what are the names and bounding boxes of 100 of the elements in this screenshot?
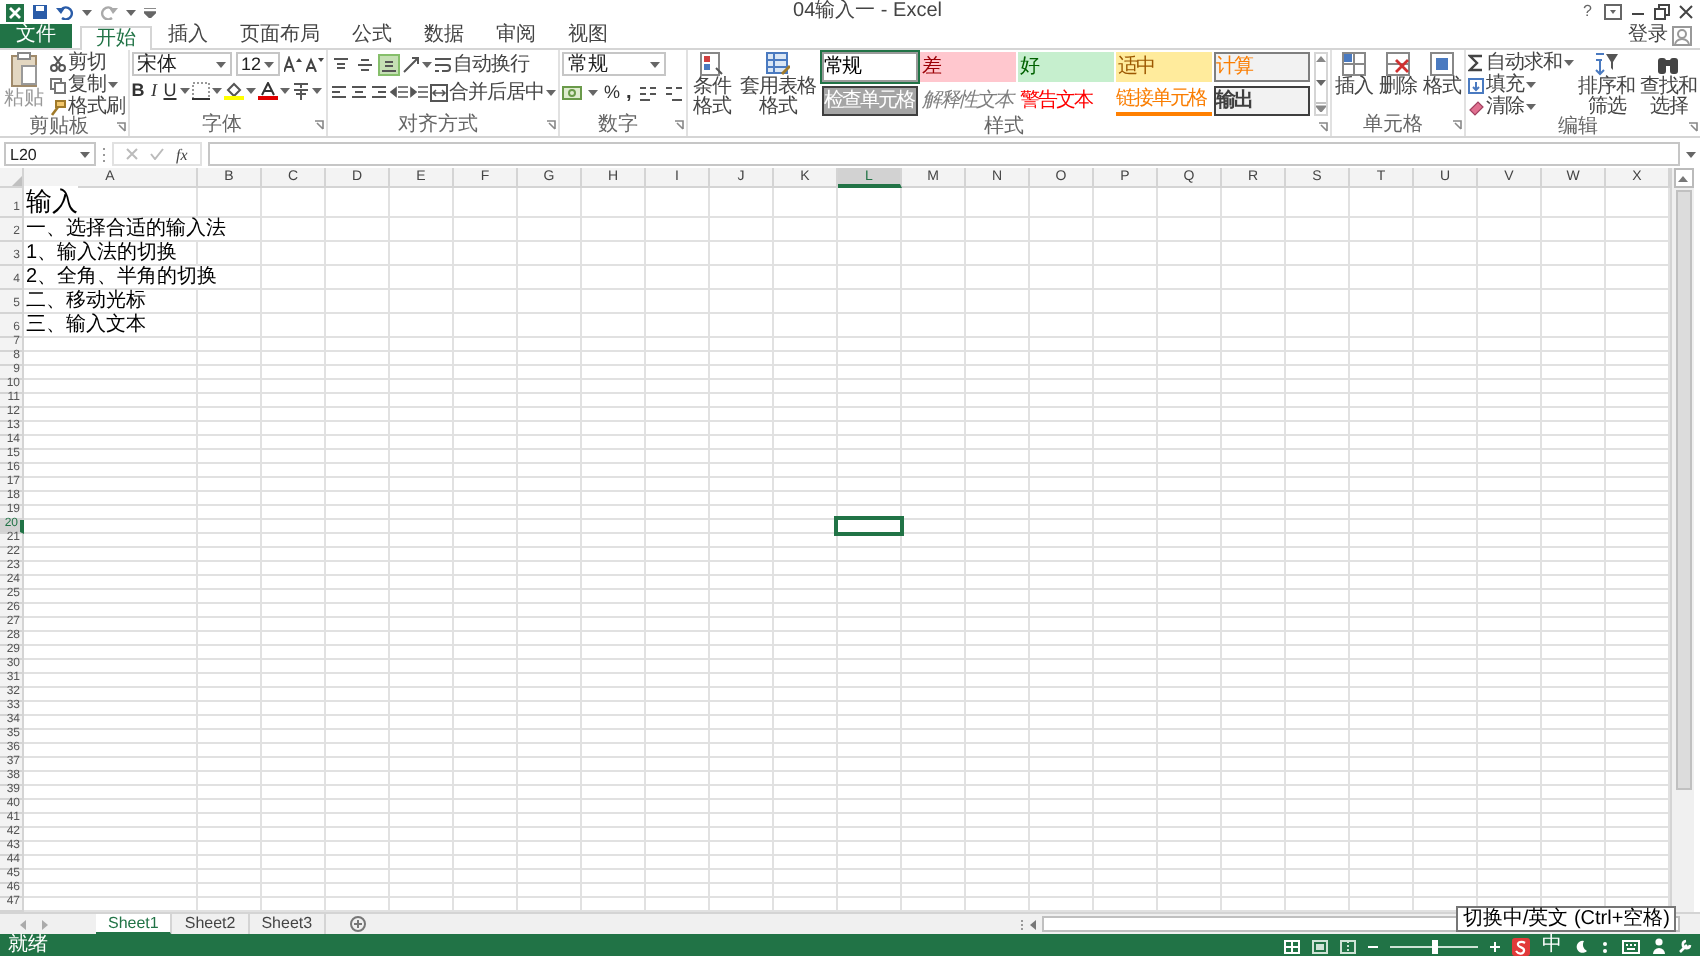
delete-cells-button[interactable]: 删除 [1377,52,1418,98]
percent-style-button[interactable]: % [604,81,621,103]
format-cells-button[interactable]: 格式 [1421,52,1462,98]
ribbon-tab[interactable]: 视图 [552,24,624,48]
insert-function-button[interactable]: fx [176,143,188,165]
ribbon-tab[interactable]: 文件 [0,24,72,48]
fill-button[interactable]: 填充 [1467,74,1574,96]
ribbon-display-icon[interactable] [1604,4,1622,20]
page-break-icon[interactable] [1340,939,1356,953]
dialog-launcher-icon[interactable] [313,120,323,130]
dialog-launcher-icon[interactable] [1451,120,1462,130]
keyboard-icon[interactable] [1622,939,1640,953]
ribbon-tab[interactable]: 公式 [336,24,408,48]
sheet-tab[interactable]: Sheet1 [96,913,173,935]
caret-icon[interactable] [421,61,431,67]
restore-icon[interactable] [1654,4,1670,20]
customize-toolbar-icon[interactable] [144,7,156,17]
shrink-font-icon[interactable] [305,56,323,72]
align-right-icon[interactable] [369,83,387,101]
format-as-table-button[interactable]: 套用表格格式 [737,52,818,118]
ime-logo-icon[interactable] [1512,937,1530,955]
ime-mode-indicator[interactable]: 中 [1542,934,1562,956]
merge-center-button[interactable]: 合并后居中 [429,81,556,103]
decrease-decimal-icon[interactable] [663,83,684,101]
zoom-in-icon[interactable] [1490,941,1500,951]
help-button[interactable]: ? [1579,0,1596,24]
comma-style-button[interactable]: , [626,81,632,103]
more-styles-icon[interactable] [1315,102,1326,112]
copy-button[interactable]: 复制 [50,74,125,96]
font-name-dropdown[interactable]: 宋体 [131,52,231,76]
normal-view-icon[interactable] [1284,939,1300,953]
moon-icon[interactable] [1574,939,1588,953]
person-icon[interactable] [1652,938,1666,954]
zoom-out-icon[interactable] [1368,941,1378,951]
scroll-left-icon[interactable] [1028,917,1038,931]
number-format-dropdown[interactable]: 常规 [562,52,666,76]
conditional-formatting-button[interactable]: 条件格式 [689,52,734,118]
ribbon-tab[interactable]: 页面布局 [224,24,336,48]
wrap-text-button[interactable]: 自动换行 [433,53,529,75]
dialog-launcher-icon[interactable] [546,120,556,130]
borders-icon[interactable] [191,82,209,100]
ribbon-tab[interactable]: 审阅 [480,24,552,48]
currency-icon[interactable] [562,83,582,101]
ribbon-tab[interactable]: 数据 [408,24,480,48]
grow-font-icon[interactable] [283,56,301,72]
caret-icon[interactable] [245,88,255,94]
ribbon-tab[interactable]: 开始 [80,26,152,50]
increase-indent-icon[interactable] [409,83,427,101]
cell-style-option[interactable]: 差 [919,52,1016,82]
autosum-button[interactable]: 自动求和 [1467,52,1574,74]
dialog-launcher-icon[interactable] [673,120,684,130]
cell-style-option[interactable]: 适中 [1115,52,1212,82]
dialog-launcher-icon[interactable] [1317,122,1328,132]
undo-icon[interactable] [56,4,74,20]
caret-icon[interactable] [126,9,136,15]
align-left-icon[interactable] [329,83,347,101]
find-select-button[interactable]: 查找和选择 [1639,52,1698,118]
text-orientation-icon[interactable] [401,55,419,73]
sign-in-link[interactable]: 登录 [1628,24,1668,48]
punctuation-icon[interactable] [1600,939,1610,953]
wrench-icon[interactable] [1678,938,1692,954]
page-layout-icon[interactable] [1312,939,1328,953]
save-icon[interactable] [32,4,48,20]
cell-style-option[interactable]: 输出 [1213,86,1310,116]
increase-decimal-icon[interactable] [637,83,658,101]
name-box[interactable]: L20 [4,142,96,166]
clear-button[interactable]: 清除 [1467,96,1574,118]
selected-cell[interactable] [838,520,900,532]
close-icon[interactable] [1678,4,1694,20]
dialog-launcher-icon[interactable] [115,122,125,132]
scroll-up-button[interactable] [1673,168,1693,188]
caret-icon[interactable] [588,89,598,95]
caret-icon[interactable] [211,88,221,94]
cut-button[interactable]: 剪切 [50,52,125,74]
zoom-slider-thumb[interactable] [1431,939,1437,953]
decrease-indent-icon[interactable] [389,83,407,101]
cell-style-option[interactable]: 常规 [821,52,918,82]
format-button[interactable]: I [147,80,161,102]
insert-cells-button[interactable]: 插入 [1333,52,1374,98]
font-color-icon[interactable] [257,82,277,100]
format-painter-button[interactable]: 格式刷 [50,96,125,118]
ribbon-tab[interactable]: 插入 [152,24,224,48]
align-center-icon[interactable] [349,83,367,101]
sort-filter-button[interactable]: 排序和筛选 [1577,52,1636,118]
scroll-up-icon[interactable] [1315,56,1326,62]
caret-icon[interactable] [179,88,189,94]
phonetic-guide-icon[interactable] [291,82,309,100]
scroll-down-icon[interactable] [1315,79,1326,85]
fill-color-icon[interactable] [223,82,243,100]
format-button[interactable]: U [163,80,177,102]
caret-icon[interactable] [311,88,321,94]
cell-style-option[interactable]: 好 [1017,52,1114,82]
dialog-launcher-icon[interactable] [1687,122,1698,132]
format-button[interactable]: B [131,80,145,102]
formula-input[interactable] [207,142,1680,166]
scrollbar-thumb[interactable] [1675,190,1691,790]
caret-icon[interactable] [82,9,92,15]
add-sheet-icon[interactable] [350,916,367,932]
expand-formula-bar-icon[interactable] [1686,151,1696,157]
caret-icon[interactable] [279,88,289,94]
